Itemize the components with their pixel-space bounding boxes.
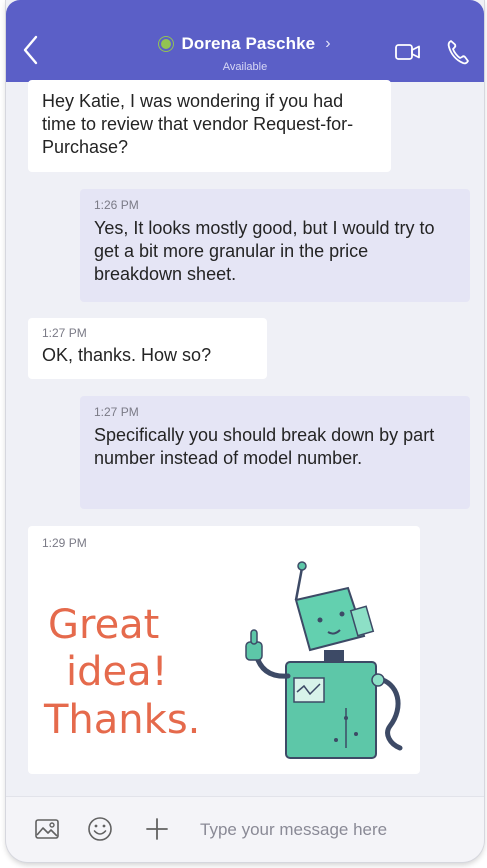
chat-header: Dorena Paschke › Available	[6, 0, 484, 82]
message-timestamp: 1:27 PM	[42, 326, 87, 340]
message-text: Hey Katie, I was wondering if you had ti…	[42, 91, 354, 157]
presence-indicator	[159, 37, 174, 51]
contact-name: Dorena Paschke	[181, 34, 316, 53]
message-timestamp: 1:27 PM	[94, 405, 139, 419]
message-bubble-received[interactable]: Hey Katie, I was wondering if you had ti…	[28, 80, 391, 172]
phone-icon	[447, 40, 469, 65]
emoji-button[interactable]	[86, 815, 114, 848]
image-icon	[35, 819, 59, 839]
emoji-icon	[88, 817, 112, 841]
sticker-text-line: Thanks.	[43, 697, 200, 743]
add-attachment-button[interactable]	[144, 816, 170, 847]
contact-name-button[interactable]: Dorena Paschke ›	[159, 34, 331, 54]
message-text: OK, thanks. How so?	[42, 345, 212, 365]
message-text: Specifically you should break down by pa…	[94, 425, 435, 468]
chat-screen: Dorena Paschke › Available Hey Katie, I …	[6, 0, 484, 862]
message-composer	[6, 796, 484, 862]
chevron-right-icon: ›	[325, 35, 331, 52]
message-bubble-sent[interactable]: 1:27 PM Specifically you should break do…	[80, 396, 470, 509]
message-bubble-sent[interactable]: 1:26 PM Yes, It looks mostly good, but I…	[80, 189, 470, 302]
sticker-text-line: Great	[48, 602, 159, 648]
message-timestamp: 1:26 PM	[94, 198, 139, 212]
plus-icon	[146, 818, 168, 840]
robot-thumbs-up-icon	[245, 561, 403, 759]
video-camera-icon	[395, 44, 420, 60]
video-call-button[interactable]	[394, 42, 422, 67]
message-text: Yes, It looks mostly good, but I would t…	[94, 218, 435, 284]
message-timestamp: 1:29 PM	[42, 536, 87, 550]
message-bubble-sticker[interactable]: 1:29 PM Great idea! Thanks.	[28, 526, 420, 774]
message-bubble-received[interactable]: 1:27 PM OK, thanks. How so?	[28, 318, 267, 379]
message-input[interactable]	[198, 814, 472, 846]
audio-call-button[interactable]	[446, 38, 470, 71]
sticker-text-line: idea!	[66, 649, 168, 695]
sticker-image: Great idea! Thanks.	[43, 561, 403, 759]
image-button[interactable]	[34, 817, 60, 846]
